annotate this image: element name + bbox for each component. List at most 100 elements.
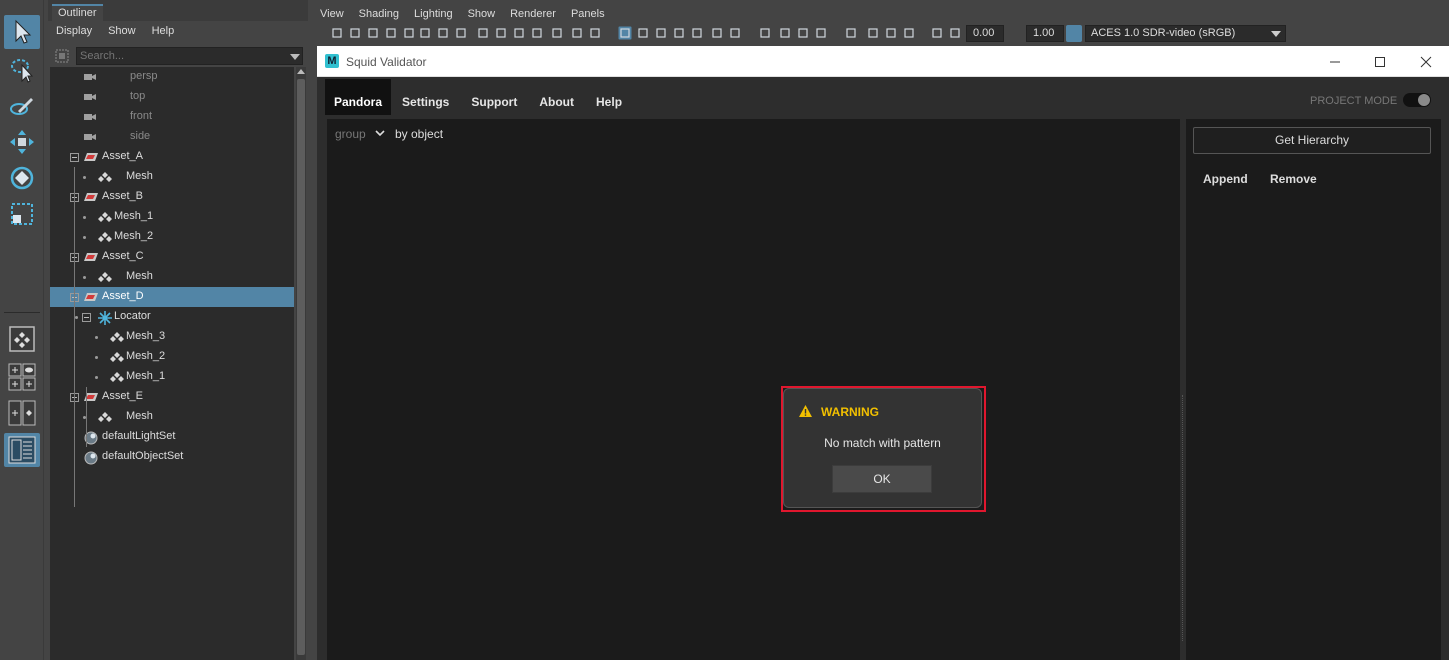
tab-about[interactable]: About: [528, 79, 585, 115]
viewport-menu-view[interactable]: View: [320, 5, 344, 23]
viewport-menu-renderer[interactable]: Renderer: [510, 5, 556, 23]
viewport-menu-show[interactable]: Show: [468, 5, 496, 23]
outliner-item[interactable]: Mesh_3: [50, 327, 294, 347]
get-hierarchy-button[interactable]: Get Hierarchy: [1193, 127, 1431, 154]
outliner-menu-display[interactable]: Display: [56, 21, 92, 41]
scale-tool-icon[interactable]: [4, 197, 40, 231]
color-space-dropdown-icon[interactable]: [1271, 31, 1281, 37]
use-lights-icon[interactable]: [672, 26, 686, 40]
exposure-icon[interactable]: [902, 26, 916, 40]
wireframe-on-shaded-icon[interactable]: [636, 26, 650, 40]
viewport-menu-lighting[interactable]: Lighting: [414, 5, 453, 23]
minimize-icon[interactable]: [1312, 46, 1358, 77]
search-dropdown-icon[interactable]: [290, 54, 300, 60]
select-tool-icon[interactable]: [4, 15, 40, 49]
outliner-item[interactable]: Mesh_2: [50, 347, 294, 367]
backface-icon[interactable]: [884, 26, 898, 40]
outliner-scrollbar[interactable]: [296, 67, 306, 660]
outliner-item[interactable]: Mesh_1: [50, 207, 294, 227]
view-transform-icon[interactable]: [948, 26, 962, 40]
color-space-select[interactable]: ACES 1.0 SDR-video (sRGB): [1085, 25, 1286, 42]
viewport-menu-panels[interactable]: Panels: [571, 5, 605, 23]
outliner-search-input[interactable]: [76, 47, 303, 65]
project-mode-toggle[interactable]: [1403, 93, 1431, 107]
outliner-item[interactable]: defaultObjectSet: [50, 447, 294, 467]
xray-components-icon[interactable]: [866, 26, 880, 40]
outliner-item[interactable]: front: [50, 107, 294, 127]
shadows-icon[interactable]: [690, 26, 704, 40]
outliner-item[interactable]: Asset_D: [50, 287, 294, 307]
safe-action-icon[interactable]: [530, 26, 544, 40]
outliner-item[interactable]: Mesh_2: [50, 227, 294, 247]
append-button[interactable]: Append: [1203, 172, 1248, 186]
isolate-select-icon[interactable]: [796, 26, 810, 40]
image-plane-icon[interactable]: [384, 26, 398, 40]
color-management-icon[interactable]: [1066, 25, 1082, 42]
group-mode-select[interactable]: by object: [395, 127, 443, 141]
lasso-tool-icon[interactable]: [4, 53, 40, 87]
xray-joints-icon[interactable]: [844, 26, 858, 40]
outliner-item[interactable]: Mesh: [50, 267, 294, 287]
outliner-item[interactable]: top: [50, 87, 294, 107]
xray-icon[interactable]: [814, 26, 828, 40]
chevron-down-icon[interactable]: [374, 128, 386, 141]
2d-pan-icon[interactable]: [402, 26, 416, 40]
outliner-menu-help[interactable]: Help: [152, 21, 175, 41]
filter-icon[interactable]: [54, 48, 70, 64]
tab-support[interactable]: Support: [460, 79, 528, 115]
depth-of-field-icon[interactable]: [778, 26, 792, 40]
smooth-shade-icon[interactable]: [588, 26, 602, 40]
two-pane-layout-icon[interactable]: [4, 396, 40, 430]
gamma-icon[interactable]: [930, 26, 944, 40]
outliner-item[interactable]: persp: [50, 67, 294, 87]
outliner-item[interactable]: Locator: [50, 307, 294, 327]
outliner-item[interactable]: Asset_B: [50, 187, 294, 207]
gate-mask-icon[interactable]: [494, 26, 508, 40]
scroll-thumb[interactable]: [297, 79, 305, 655]
ambient-occlusion-icon[interactable]: [710, 26, 724, 40]
collapse-toggle-icon[interactable]: [82, 313, 91, 322]
motion-blur-icon[interactable]: [728, 26, 742, 40]
film-gate-icon[interactable]: [454, 26, 468, 40]
tab-pandora[interactable]: Pandora: [325, 79, 392, 115]
remove-button[interactable]: Remove: [1270, 172, 1317, 186]
multisample-icon[interactable]: [758, 26, 772, 40]
gamma-field[interactable]: 1.00: [1026, 25, 1064, 42]
move-tool-icon[interactable]: [4, 125, 40, 159]
tab-settings[interactable]: Settings: [391, 79, 460, 115]
maximize-icon[interactable]: [1357, 46, 1403, 77]
outliner-item[interactable]: side: [50, 127, 294, 147]
outliner-item[interactable]: Mesh_1: [50, 367, 294, 387]
select-camera-icon[interactable]: [330, 26, 344, 40]
outliner-menu-show[interactable]: Show: [108, 21, 136, 41]
exposure-field[interactable]: 0.00: [966, 25, 1004, 42]
outliner-item[interactable]: Mesh: [50, 167, 294, 187]
four-pane-layout-icon[interactable]: [4, 360, 40, 394]
safe-title-icon[interactable]: [550, 26, 564, 40]
field-chart-icon[interactable]: [512, 26, 526, 40]
window-title-bar[interactable]: M Squid Validator: [317, 46, 1449, 77]
scroll-up-icon[interactable]: [297, 69, 305, 74]
pane-splitter[interactable]: [1182, 395, 1184, 641]
camera-attributes-icon[interactable]: [348, 26, 362, 40]
close-icon[interactable]: [1403, 46, 1449, 77]
rotate-tool-icon[interactable]: [4, 161, 40, 195]
viewport-menu-shading[interactable]: Shading: [359, 5, 399, 23]
bookmarks-icon[interactable]: [366, 26, 380, 40]
collapse-toggle-icon[interactable]: [70, 153, 79, 162]
outliner-item[interactable]: Asset_C: [50, 247, 294, 267]
wireframe-icon[interactable]: [570, 26, 584, 40]
validator-tab-bar: Pandora Settings Support About Help: [325, 79, 633, 115]
grid-icon[interactable]: [436, 26, 450, 40]
resolution-gate-icon[interactable]: [476, 26, 490, 40]
outliner-tab[interactable]: Outliner: [52, 4, 103, 21]
paint-select-tool-icon[interactable]: [4, 89, 40, 123]
ok-button[interactable]: OK: [832, 465, 932, 493]
textured-icon[interactable]: [654, 26, 668, 40]
tab-help[interactable]: Help: [585, 79, 633, 115]
default-material-icon[interactable]: [618, 26, 632, 40]
single-pane-layout-icon[interactable]: [4, 322, 40, 356]
outliner-layout-icon[interactable]: [4, 433, 40, 467]
outliner-item[interactable]: Asset_A: [50, 147, 294, 167]
grease-pencil-icon[interactable]: [418, 26, 432, 40]
